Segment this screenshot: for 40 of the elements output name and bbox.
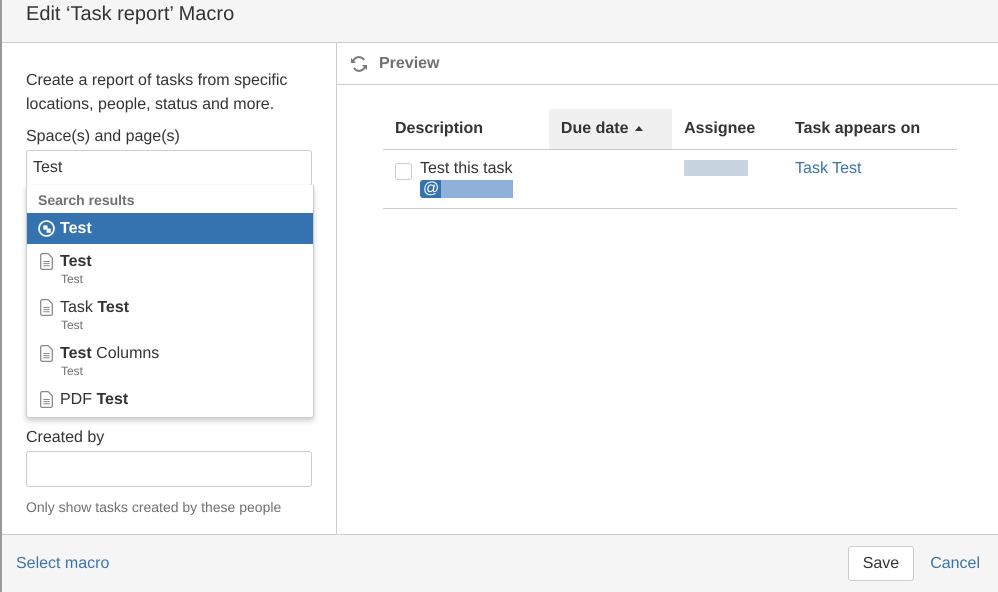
page-icon [38,252,55,271]
field-label: Space(s) and page(s) [26,127,181,147]
result-title: PDF Test [60,390,128,408]
result-title: Test Columns [60,344,160,362]
spaces-input-field[interactable]: Test [26,150,312,186]
column-header[interactable]: Due date [548,109,672,149]
search-result-item[interactable]: Task Test Test [27,290,313,336]
mention-tag[interactable]: @ [420,180,514,198]
search-result-item[interactable]: Test Columns Test [27,336,313,382]
result-title: Test [60,220,92,238]
page-link[interactable]: Task Test [795,160,862,176]
field-label: Created by [26,428,106,448]
search-result-item[interactable]: Test Test [27,244,313,290]
result-space: Test [61,318,84,332]
task-description: Test this task [420,160,514,178]
cancel-link[interactable]: Cancel [930,554,980,572]
sort-ascending-icon [634,126,642,132]
dropdown-heading: Search results [37,191,136,210]
form-description: Create a report of tasks from specific locations, people, status and more. [26,71,288,115]
dialog-title: Edit ‘Task report’ Macro [26,2,234,27]
save-button[interactable]: Save [848,546,914,581]
task-checkbox[interactable] [395,162,412,180]
column-header[interactable]: Task appears on [783,109,957,149]
result-title: Test [60,252,92,270]
result-title: Task Test [60,298,130,316]
preview-title: Preview [379,54,440,72]
created-by-input-field[interactable] [26,451,312,487]
result-space: Test [61,272,84,286]
help-text: Only show tasks created by these people [26,499,282,515]
search-result-item[interactable]: Test [27,213,313,244]
blurred-assignee [684,160,748,176]
page-icon [38,344,55,363]
page-icon [38,298,55,317]
select-macro-link[interactable]: Select macro [16,554,110,572]
space-icon [38,219,55,238]
page-icon [38,390,55,409]
search-result-item[interactable]: PDF Test [27,382,313,413]
result-space: Test [61,364,84,378]
refresh-icon[interactable] [349,54,369,74]
column-header[interactable]: Assignee [672,109,784,149]
